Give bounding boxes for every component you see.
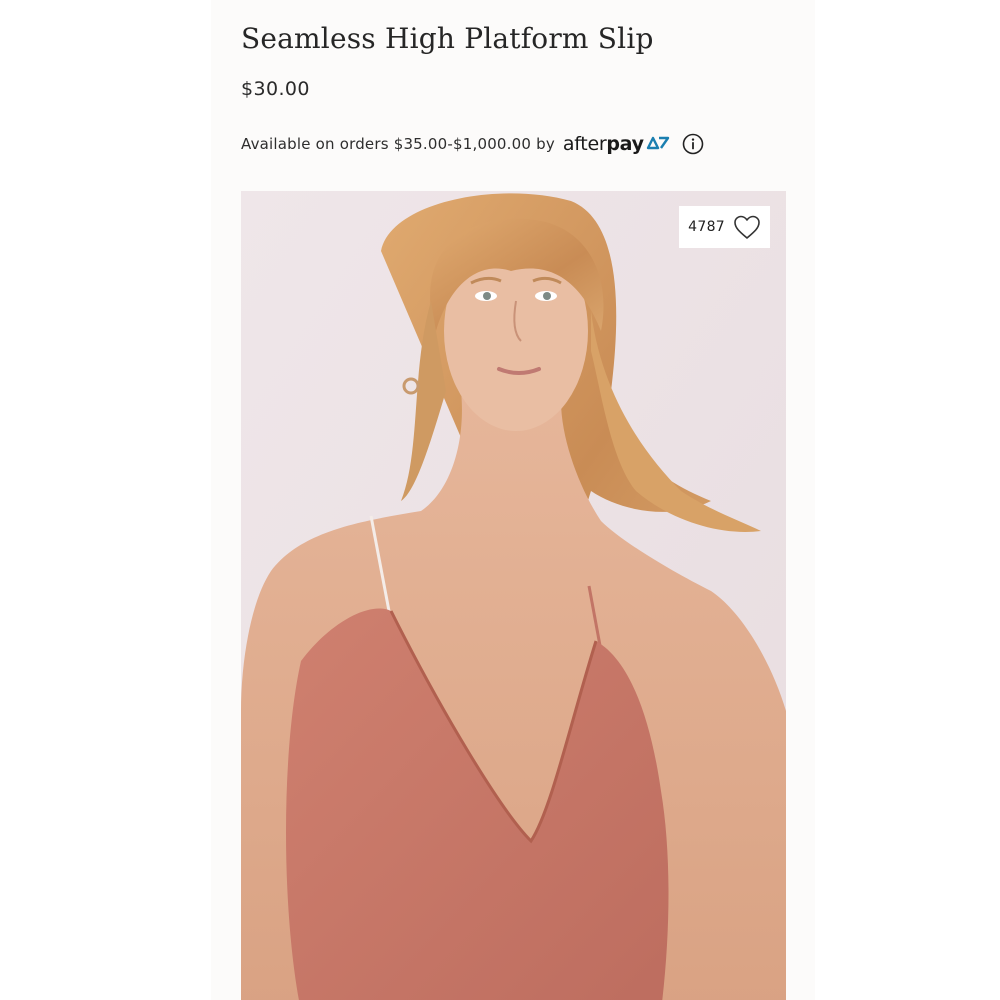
like-count: 4787 <box>688 219 725 235</box>
product-page: Seamless High Platform Slip $30.00 Avail… <box>211 0 815 1000</box>
heart-outline-icon <box>732 213 762 241</box>
afterpay-info: Available on orders $35.00-$1,000.00 by … <box>241 133 704 155</box>
info-circle-icon[interactable] <box>682 133 704 155</box>
product-price: $30.00 <box>241 78 310 100</box>
product-title: Seamless High Platform Slip <box>241 22 654 55</box>
product-image[interactable]: 4787 <box>241 191 786 1000</box>
afterpay-logo-after: after <box>562 133 607 155</box>
like-button[interactable]: 4787 <box>679 206 770 248</box>
afterpay-logo[interactable]: after pay <box>563 133 670 155</box>
afterpay-logo-pay: pay <box>606 133 644 155</box>
afterpay-text: Available on orders $35.00-$1,000.00 by <box>241 135 555 153</box>
model-photo <box>241 191 786 1000</box>
afterpay-arrows-icon <box>646 133 670 155</box>
